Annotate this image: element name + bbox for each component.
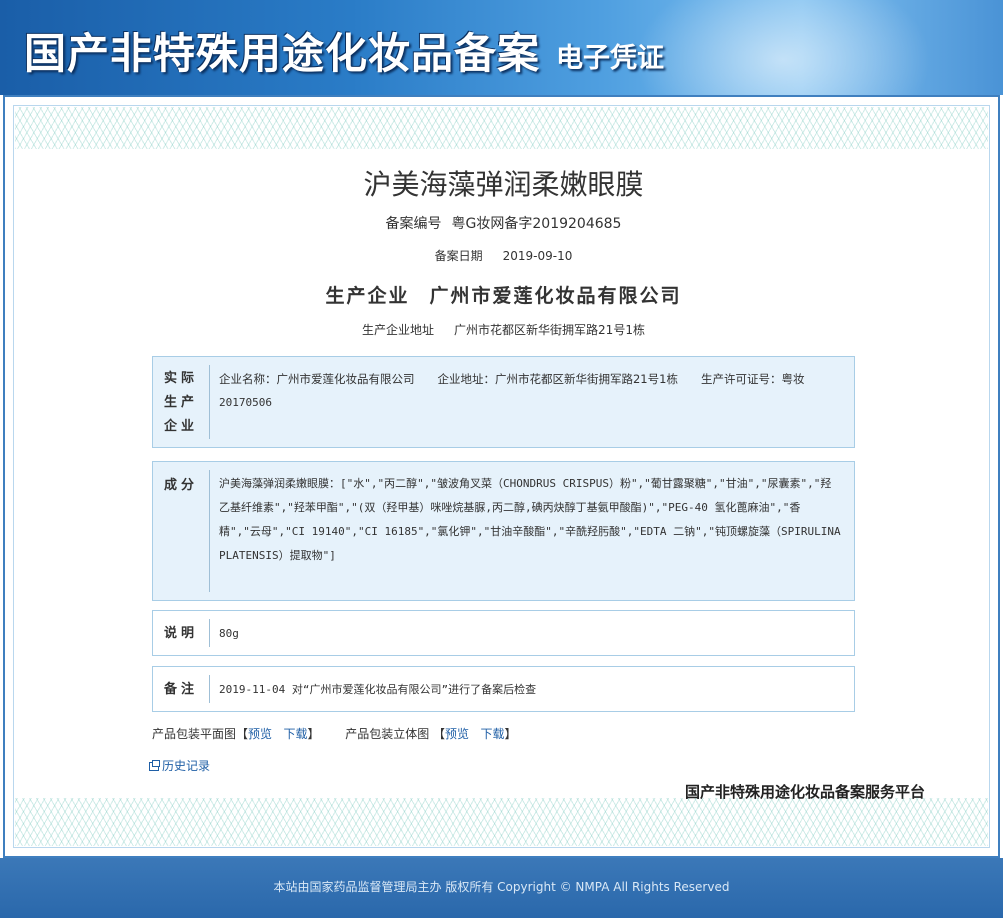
producer-line: 生产企业 广州市爱莲化妆品有限公司 — [5, 281, 1002, 308]
footer: 本站由国家药品监督管理局主办 版权所有 Copyright © NMPA All… — [0, 858, 1003, 918]
description-label: 说明 — [163, 626, 198, 641]
actual-producer-label: 实际 生产 企业 — [163, 371, 198, 434]
record-date-value: 2019-09-10 — [502, 249, 573, 263]
producer-label: 生产企业 — [325, 285, 410, 307]
record-number-value: 粤G妆网备字2019204685 — [451, 216, 622, 232]
description-text: 80g — [219, 627, 239, 640]
guilloche-pattern-top — [15, 107, 988, 149]
remark-label: 备注 — [163, 682, 198, 697]
record-number-line: 备案编号 粤G妆网备字2019204685 — [5, 213, 1002, 233]
ingredients-text: 沪美海藻弹润柔嫩眼膜：["水","丙二醇","皱波角叉菜（CHONDRUS CR… — [219, 477, 841, 562]
box-divider — [209, 470, 210, 592]
package-solid-label: 产品包装立体图 — [345, 727, 430, 741]
producer-address-label: 生产企业地址 — [362, 323, 435, 337]
guilloche-pattern-bottom — [15, 798, 988, 846]
package-solid-preview-link[interactable]: 预览 — [445, 727, 469, 741]
record-date-label: 备案日期 — [434, 249, 483, 263]
history-icon — [149, 760, 160, 771]
package-solid-download-link[interactable]: 下载 — [481, 727, 505, 741]
package-flat-download-link[interactable]: 下载 — [284, 727, 308, 741]
actual-producer-content: 企业名称：广州市爱莲化妆品有限公司 企业地址：广州市花都区新华街拥军路21号1栋… — [219, 367, 842, 415]
product-name: 沪美海藻弹润柔嫩眼膜 — [363, 168, 644, 201]
box-divider — [209, 365, 210, 439]
remark-text: 2019-11-04 对“广州市爱莲化妆品有限公司”进行了备案后检查 — [219, 683, 537, 696]
banner-glow — [623, 0, 943, 95]
actual-producer-line2: 20170506 — [219, 396, 272, 409]
box-divider — [209, 675, 210, 703]
banner-subtitle: 电子凭证 — [556, 43, 664, 74]
record-number-label: 备案编号 — [385, 216, 442, 232]
history-link-row: 历史记录 — [149, 757, 210, 774]
platform-name: 国产非特殊用途化妆品备案服务平台 — [685, 783, 926, 801]
box-divider — [209, 619, 210, 647]
banner-title: 国产非特殊用途化妆品备案 — [24, 29, 541, 78]
package-flat-label: 产品包装平面图 — [152, 727, 237, 741]
record-date-line: 备案日期 2019-09-10 — [5, 247, 1002, 264]
actual-producer-box: 实际 生产 企业 企业名称：广州市爱莲化妆品有限公司 企业地址：广州市花都区新华… — [152, 356, 855, 448]
actual-producer-line1: 企业名称：广州市爱莲化妆品有限公司 企业地址：广州市花都区新华街拥军路21号1栋… — [219, 372, 805, 386]
header-banner: 国产非特殊用途化妆品备案 电子凭证 — [0, 0, 1003, 95]
ingredients-box: 成分 沪美海藻弹润柔嫩眼膜：["水","丙二醇","皱波角叉菜（CHONDRUS… — [152, 461, 855, 601]
package-flat-preview-link[interactable]: 预览 — [248, 727, 272, 741]
producer-value: 广州市爱莲化妆品有限公司 — [429, 285, 682, 307]
ingredients-label: 成分 — [163, 478, 198, 493]
package-links: 产品包装平面图【预览 下载】 产品包装立体图 【预览 下载】 — [152, 727, 517, 741]
producer-address-value: 广州市花都区新华街拥军路21号1栋 — [454, 323, 645, 337]
description-box: 说明 80g — [152, 610, 855, 656]
remark-box: 备注 2019-11-04 对“广州市爱莲化妆品有限公司”进行了备案后检查 — [152, 666, 855, 712]
history-link[interactable]: 历史记录 — [162, 759, 210, 773]
certificate-frame: 沪美海藻弹润柔嫩眼膜 备案编号 粤G妆网备字2019204685 备案日期 2019… — [3, 95, 1000, 858]
producer-address-line: 生产企业地址 广州市花都区新华街拥军路21号1栋 — [5, 321, 1002, 338]
